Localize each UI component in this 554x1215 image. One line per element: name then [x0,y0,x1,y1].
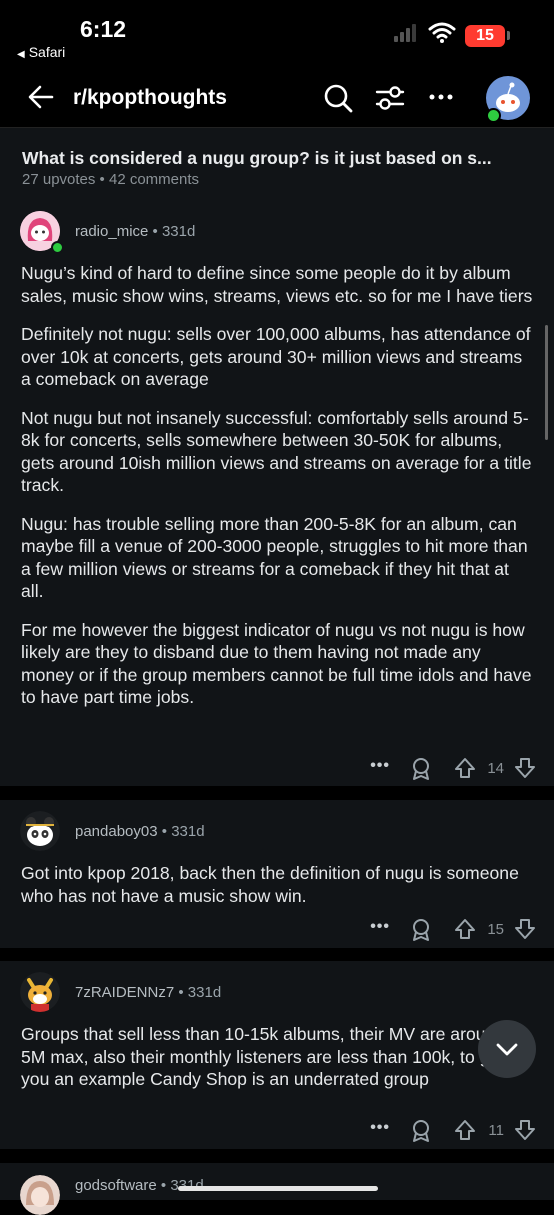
post-meta: 27 upvotes • 42 comments [22,171,200,188]
more-options-icon[interactable] [426,82,456,112]
battery-tip [507,31,510,40]
comment-actions: ••• 15 [366,918,536,942]
comment-age: 331d [187,984,222,1001]
comment-card: 7zRAIDENNz7 • 331d Groups that sell less… [0,961,554,1149]
home-indicator[interactable] [178,1186,378,1191]
comment-body: Groups that sell less than 10-15k albums… [21,1023,536,1107]
upvote-icon[interactable] [454,757,476,779]
back-to-app-link[interactable]: ◀ Safari [17,44,65,60]
top-nav-bar: r/kpopthoughts [0,70,554,127]
subreddit-title[interactable]: r/kpopthoughts [73,86,227,110]
more-options-icon[interactable]: ••• [370,918,390,936]
comment-card: radio_mice • 331d Nugu’s kind of hard to… [0,208,554,786]
post-header[interactable]: What is considered a nugu group? is it j… [0,127,554,209]
chevron-down-icon [496,1043,518,1056]
snoo-avatar-icon [20,811,60,851]
comment-meta: 7zRAIDENNz7 • 331d [75,984,222,1001]
comment-paragraph: For me however the biggest indicator of … [21,619,532,708]
comment-paragraph: Groups that sell less than 10-15k albums… [21,1024,526,1089]
comment-separator [0,786,554,800]
user-avatar[interactable] [486,76,530,123]
comment-paragraph: Nugu: has trouble selling more than 200-… [21,513,528,602]
downvote-icon[interactable] [514,757,536,779]
profile-photo-icon [20,1175,60,1215]
back-app-label: Safari [28,44,66,60]
online-indicator [51,241,64,254]
more-options-icon[interactable]: ••• [370,757,390,775]
comment-actions: ••• 14 [366,757,536,781]
comment-username[interactable]: pandaboy03 [75,823,158,840]
downvote-icon[interactable] [514,918,536,940]
filter-icon[interactable] [374,82,406,114]
comment-separator [0,948,554,961]
search-icon[interactable] [322,82,354,114]
vote-count: 15 [487,921,504,938]
battery-indicator: 15 [465,25,505,47]
next-comment-button[interactable] [478,1020,536,1078]
upvote-icon[interactable] [454,1119,476,1141]
comment-meta: radio_mice • 331d [75,223,196,240]
award-icon[interactable] [410,1119,432,1143]
downvote-icon[interactable] [514,1119,536,1141]
back-arrow-icon[interactable] [26,82,56,112]
comment-card: godsoftware • 331d [0,1163,554,1215]
status-time: 6:12 [80,16,127,42]
avatar[interactable] [20,811,60,851]
comment-age: 331d [171,823,205,840]
comment-age: 331d [161,223,196,240]
wifi-icon [428,22,456,43]
cellular-signal-icon [394,22,420,42]
comment-username[interactable]: godsoftware [75,1177,157,1194]
comment-username[interactable]: 7zRAIDENNz7 [75,984,174,1001]
avatar[interactable] [20,972,60,1012]
more-options-icon[interactable]: ••• [370,1119,390,1137]
post-title[interactable]: What is considered a nugu group? is it j… [22,148,537,169]
status-bar: 6:12 ◀ Safari 15 [0,0,554,70]
comment-paragraph: Got into kpop 2018, back then the defini… [21,863,519,906]
scrollbar[interactable] [545,325,548,440]
comment-paragraph: Nugu’s kind of hard to define since some… [21,263,533,306]
back-triangle-icon: ◀ [17,49,25,60]
comment-separator [0,1149,554,1163]
comment-paragraph: Definitely not nugu: sells over 100,000 … [21,324,531,389]
vote-count: 11 [488,1122,504,1139]
award-icon[interactable] [410,757,432,781]
comment-actions: ••• 11 [366,1119,536,1143]
comment-body: Nugu’s kind of hard to define since some… [21,262,536,725]
award-icon[interactable] [410,918,432,942]
comment-username[interactable]: radio_mice [75,223,148,240]
comment-body: Got into kpop 2018, back then the defini… [21,862,536,923]
comment-card: pandaboy03 • 331d Got into kpop 2018, ba… [0,800,554,948]
avatar[interactable] [20,1175,60,1215]
vote-count: 14 [487,760,504,777]
comment-paragraph: Not nugu but not insanely successful: co… [21,407,532,496]
snoo-avatar-icon [20,972,60,1012]
upvote-icon[interactable] [454,918,476,940]
comment-meta: pandaboy03 • 331d [75,823,205,840]
online-indicator [486,108,501,123]
